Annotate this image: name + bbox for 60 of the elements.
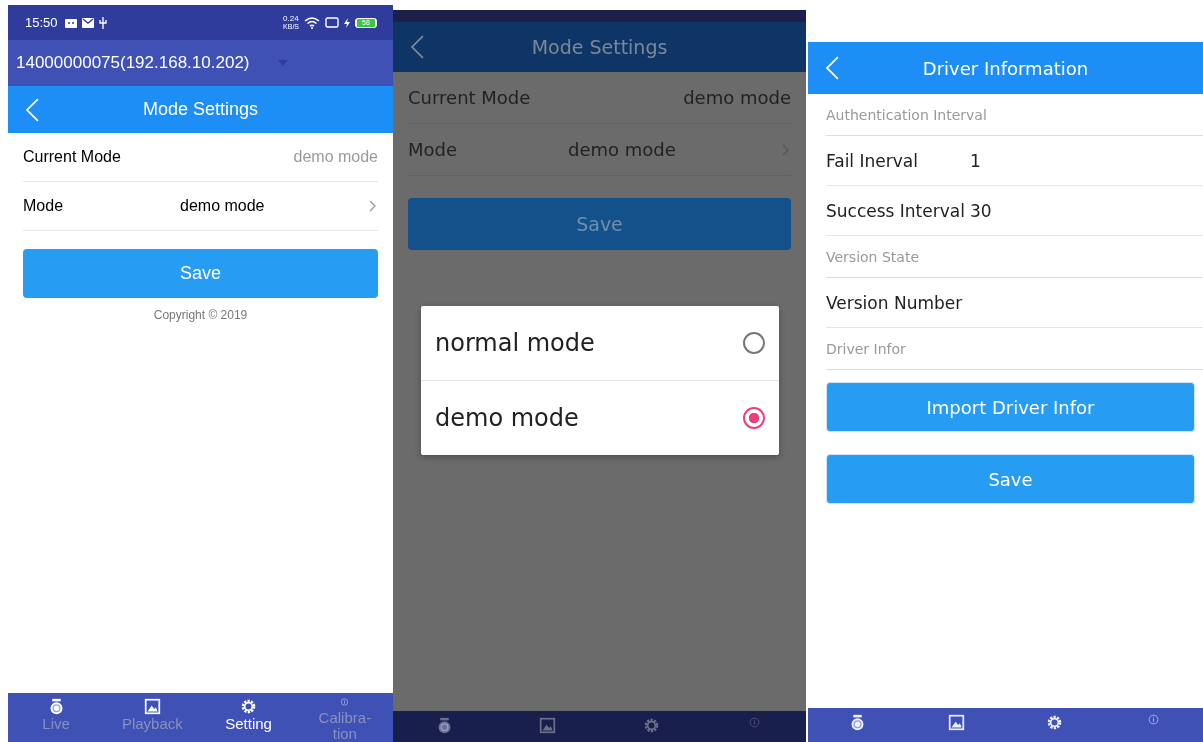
back-icon xyxy=(411,35,424,59)
settings-icon xyxy=(1046,714,1064,731)
field-value: 30 xyxy=(970,200,993,221)
info-icon xyxy=(339,698,351,706)
mail-icon xyxy=(81,17,94,28)
list-row[interactable]: Mode demo mode xyxy=(408,124,791,176)
device-selector[interactable]: 14000000075(192.168.10.202) xyxy=(8,40,393,86)
usb-icon xyxy=(98,16,107,29)
field-label: Success Interval xyxy=(826,200,966,221)
section-header: Version State xyxy=(826,236,1203,278)
row-label: Current Mode xyxy=(408,87,532,108)
info-icon xyxy=(748,717,760,728)
caret-icon xyxy=(278,60,288,66)
nav-tab[interactable]: Calibra- tion xyxy=(296,693,393,742)
row-value: demo mode xyxy=(682,87,791,108)
row-label: Mode xyxy=(23,197,65,215)
square-icon xyxy=(325,17,339,28)
radio-button[interactable] xyxy=(743,407,765,429)
clock-time: 15:50 xyxy=(25,15,58,30)
screen-title: Mode Settings xyxy=(530,36,669,58)
mode-option[interactable]: demo mode xyxy=(421,381,779,455)
chevron-right-icon xyxy=(369,200,376,212)
action-button[interactable]: Save xyxy=(408,198,791,250)
row-label: Current Mode xyxy=(23,148,122,166)
field-label: Version Number xyxy=(826,292,964,313)
settings-icon xyxy=(240,698,258,715)
mode-option[interactable]: normal mode xyxy=(421,306,779,381)
network-speed: 0.24 xyxy=(283,14,299,23)
row-value: demo mode xyxy=(292,148,378,166)
action-button[interactable]: Save xyxy=(23,249,378,298)
action-button[interactable]: Save xyxy=(826,454,1195,504)
screen-title: Mode Settings xyxy=(141,99,260,120)
nav-tab[interactable]: Playback xyxy=(104,693,201,742)
section-header: Authentication Interval xyxy=(826,94,1203,136)
info-icon xyxy=(1148,714,1160,725)
list-row[interactable]: Mode demo mode xyxy=(23,182,378,231)
row-value: demo mode xyxy=(568,139,677,160)
back-icon xyxy=(826,56,839,80)
copyright-text: Copyright © 2019 xyxy=(152,308,249,322)
image-icon xyxy=(539,717,557,734)
image-icon xyxy=(143,698,161,715)
device-name: 14000000075(192.168.10.202) xyxy=(16,53,251,73)
lightning-icon xyxy=(344,17,350,28)
row-value: demo mode xyxy=(180,197,266,215)
message-icon xyxy=(64,17,77,28)
wifi-icon xyxy=(304,16,320,29)
nav-tab[interactable]: Setting xyxy=(200,693,297,742)
screen-title: Driver Information xyxy=(921,57,1090,79)
field-label: Fail Inerval xyxy=(826,150,919,171)
back-icon xyxy=(26,97,39,122)
section-header: Driver Infor xyxy=(826,328,1203,370)
action-button[interactable]: Import Driver Infor xyxy=(826,382,1195,432)
radio-button[interactable] xyxy=(743,332,765,354)
option-label: demo mode xyxy=(435,404,580,432)
option-label: normal mode xyxy=(435,329,596,357)
nav-tab[interactable]: Live xyxy=(8,693,105,742)
image-icon xyxy=(947,714,965,731)
settings-icon xyxy=(642,717,660,734)
field-value: 1 xyxy=(970,150,982,171)
row-label: Mode xyxy=(408,139,459,160)
